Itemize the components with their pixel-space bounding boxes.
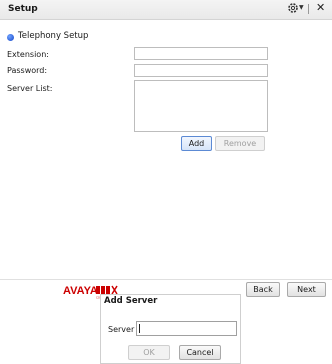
text-caret <box>139 324 140 333</box>
password-field[interactable] <box>134 64 268 77</box>
server-list-label: Server List: <box>7 84 53 93</box>
password-label: Password: <box>7 66 48 75</box>
back-button[interactable]: Back <box>246 282 280 297</box>
footer-divider <box>0 279 332 280</box>
section-telephony-setup: Telephony Setup <box>18 31 89 41</box>
title-bar: Setup ▼ ✕ <box>0 0 332 20</box>
ok-button[interactable]: OK <box>128 345 170 360</box>
svg-text:AVAYA: AVAYA <box>63 285 98 297</box>
cancel-button[interactable]: Cancel <box>179 345 221 360</box>
title-separator <box>308 4 309 14</box>
remove-button[interactable]: Remove <box>215 136 265 151</box>
gear-icon[interactable] <box>287 2 299 14</box>
window-title: Setup <box>8 4 38 14</box>
server-list-box[interactable] <box>134 80 268 132</box>
server-input[interactable] <box>136 321 237 336</box>
extension-field[interactable] <box>134 47 268 60</box>
extension-label: Extension: <box>7 50 49 59</box>
chevron-down-icon[interactable]: ▼ <box>299 4 304 11</box>
close-icon[interactable]: ✕ <box>316 1 325 14</box>
add-button[interactable]: Add <box>181 136 212 151</box>
dialog-title: Add Server <box>104 296 158 306</box>
next-button[interactable]: Next <box>287 282 326 297</box>
add-server-dialog: Add Server Server OK Cancel <box>100 294 241 364</box>
server-label: Server <box>108 325 135 334</box>
radio-bullet-icon <box>7 34 14 41</box>
